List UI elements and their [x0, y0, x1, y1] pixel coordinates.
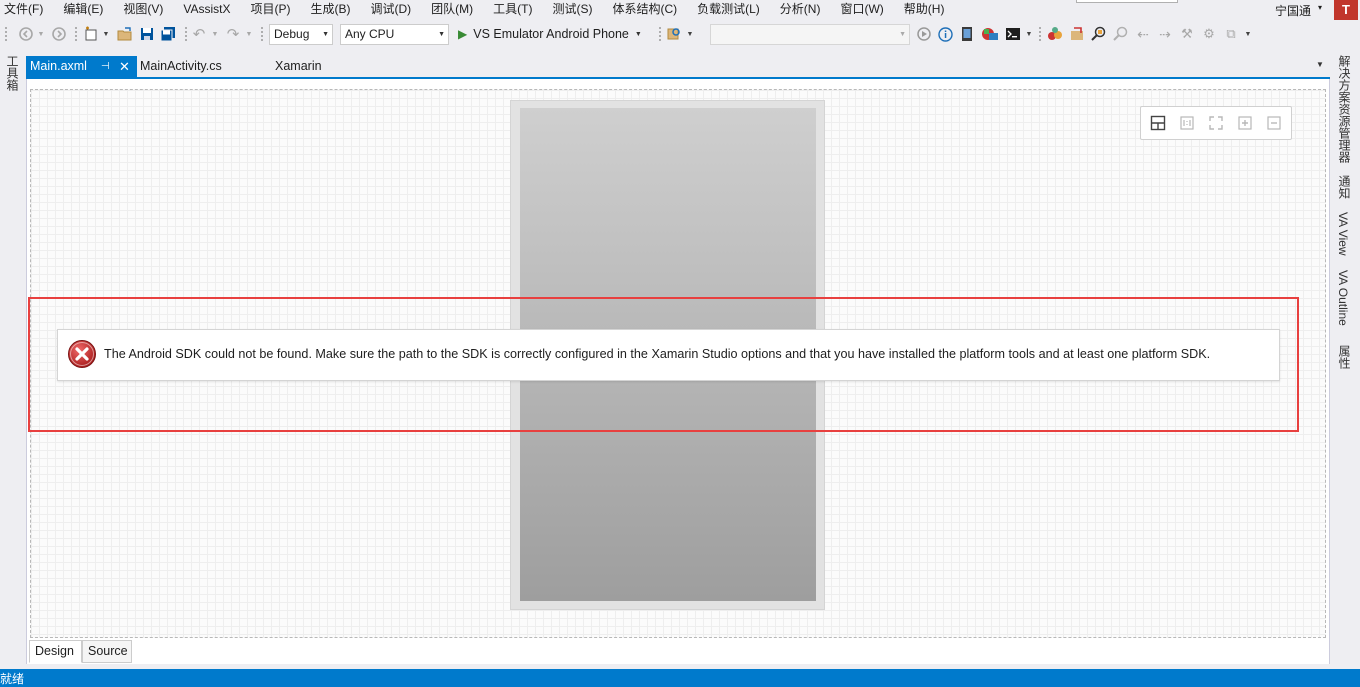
redo-dropdown-icon[interactable]: ▼ — [244, 25, 254, 43]
notifications-tab[interactable]: 通知 — [1336, 175, 1353, 199]
new-dropdown-icon[interactable]: ▼ — [101, 25, 111, 43]
va-options-icon[interactable]: ⧉ — [1222, 25, 1240, 43]
chevron-down-icon: ▼ — [322, 31, 329, 38]
zoom-in-icon[interactable] — [1237, 115, 1253, 131]
tab-label: Main.axml — [30, 59, 87, 73]
solution-configuration-select[interactable]: Debug ▼ — [269, 24, 333, 45]
va-find-symbol-icon[interactable] — [1090, 25, 1108, 43]
properties-tab[interactable]: 属性 — [1336, 345, 1353, 369]
status-text: 就绪 — [0, 672, 25, 686]
toolbar-grip[interactable] — [260, 26, 264, 42]
menu-project[interactable]: 项目(P) — [250, 2, 290, 16]
user-name[interactable]: 宁国通 — [1275, 2, 1311, 19]
zoom-out-icon[interactable] — [1266, 115, 1282, 131]
solution-explorer-tab[interactable]: 解决方案资源管理器 — [1336, 55, 1353, 163]
menu-bar: 文件(F) 编辑(E) 视图(V) VAssistX 项目(P) 生成(B) 调… — [0, 0, 1360, 20]
find-in-files-icon[interactable] — [665, 25, 683, 43]
toolbar-overflow-icon[interactable]: ▼ — [1243, 25, 1253, 43]
menu-items: 文件(F) 编辑(E) 视图(V) VAssistX 项目(P) 生成(B) 调… — [0, 2, 950, 16]
save-all-icon[interactable] — [159, 25, 177, 43]
undo-icon[interactable]: ↶ — [190, 25, 208, 43]
tab-overflow-icon[interactable]: ▼ — [1316, 60, 1324, 69]
tab-source[interactable]: Source — [82, 640, 132, 663]
chevron-down-icon: ▼ — [634, 30, 642, 38]
tab-mainactivity-cs[interactable]: MainActivity.cs — [140, 56, 222, 77]
redo-icon[interactable]: ↷ — [224, 25, 242, 43]
toolbar-grip[interactable] — [74, 26, 78, 42]
quick-launch-edge — [1076, 0, 1178, 3]
va-navigate-back-icon[interactable]: ⇠ — [1134, 25, 1152, 43]
va-outline-icon[interactable]: ⚙ — [1200, 25, 1218, 43]
open-folder-icon[interactable] — [116, 25, 134, 43]
menu-team[interactable]: 团队(M) — [431, 2, 473, 16]
pin-icon[interactable]: ⊣ — [101, 56, 110, 77]
solution-platform-select[interactable]: Any CPU ▼ — [340, 24, 449, 45]
close-icon[interactable]: ✕ — [119, 56, 130, 77]
menu-debug[interactable]: 调试(D) — [370, 2, 411, 16]
tab-design[interactable]: Design — [29, 640, 82, 663]
toolbar-grip[interactable] — [184, 26, 188, 42]
back-dropdown-icon[interactable]: ▼ — [36, 25, 46, 43]
start-debugging-button[interactable]: ▶ VS Emulator Android Phone ▼ — [458, 25, 642, 43]
run-target-label: VS Emulator Android Phone — [473, 27, 629, 41]
menu-load-test[interactable]: 负载测试(L) — [697, 2, 760, 16]
forward-icon[interactable] — [50, 25, 68, 43]
menu-architecture[interactable]: 体系结构(C) — [612, 2, 677, 16]
terminal-icon[interactable] — [1004, 25, 1022, 43]
va-outline-tab[interactable]: VA Outline — [1336, 270, 1350, 326]
avatar[interactable]: T — [1334, 0, 1358, 20]
back-icon[interactable] — [17, 25, 35, 43]
platform-value: Any CPU — [345, 27, 395, 41]
sdk-manager-icon[interactable] — [980, 25, 1000, 43]
chevron-down-icon: ▼ — [899, 31, 906, 38]
highlight-annotation — [28, 297, 1299, 432]
left-tool-strip — [0, 50, 22, 670]
new-project-icon[interactable] — [82, 25, 100, 43]
va-refactor-icon[interactable]: ⚒ — [1178, 25, 1196, 43]
menu-help[interactable]: 帮助(H) — [904, 2, 945, 16]
info-icon[interactable] — [936, 25, 954, 43]
zoom-toolbar — [1140, 106, 1292, 140]
menu-test[interactable]: 测试(S) — [552, 2, 592, 16]
toolbar-grip[interactable] — [658, 26, 662, 42]
terminal-dropdown-icon[interactable]: ▼ — [1024, 25, 1034, 43]
va-build-icon[interactable] — [1046, 25, 1064, 43]
va-view-tab[interactable]: VA View — [1336, 212, 1350, 256]
menu-edit[interactable]: 编辑(E) — [63, 2, 103, 16]
save-icon[interactable] — [138, 25, 156, 43]
toolbar-grip[interactable] — [1038, 26, 1042, 42]
va-navigate-forward-icon[interactable]: ⇢ — [1156, 25, 1174, 43]
device-manager-icon[interactable] — [958, 25, 976, 43]
menu-file[interactable]: 文件(F) — [4, 2, 43, 16]
va-find-references-icon[interactable] — [1112, 25, 1130, 43]
layout-icon[interactable] — [1150, 115, 1166, 131]
user-menu-arrow[interactable]: ▾ — [1318, 3, 1322, 12]
menu-tools[interactable]: 工具(T) — [493, 2, 532, 16]
configuration-value: Debug — [274, 27, 310, 41]
va-open-file-icon[interactable] — [1068, 25, 1086, 43]
fit-screen-icon[interactable] — [1208, 115, 1224, 131]
toolbox-tab[interactable]: 工具箱 — [4, 55, 21, 91]
menu-build[interactable]: 生成(B) — [310, 2, 350, 16]
menu-vassistx[interactable]: VAssistX — [183, 2, 230, 16]
toolbar-grip[interactable] — [4, 26, 8, 42]
step-icon[interactable] — [915, 25, 933, 43]
status-bar — [0, 669, 1360, 687]
menu-view[interactable]: 视图(V) — [123, 2, 163, 16]
chevron-down-icon: ▼ — [438, 31, 445, 38]
actual-size-icon[interactable] — [1179, 115, 1195, 131]
tab-main-axml[interactable]: Main.axml ⊣ ✕ — [26, 56, 137, 77]
menu-analyze[interactable]: 分析(N) — [780, 2, 821, 16]
menu-window[interactable]: 窗口(W) — [840, 2, 883, 16]
find-combo[interactable]: ▼ — [710, 24, 910, 45]
tab-xamarin[interactable]: Xamarin — [275, 56, 322, 77]
undo-dropdown-icon[interactable]: ▼ — [210, 25, 220, 43]
play-icon: ▶ — [458, 27, 468, 41]
find-dropdown-icon[interactable]: ▼ — [685, 25, 695, 43]
standard-toolbar: ▼ ▼ ↶ ▼ ↷ ▼ Debug ▼ Any CPU ▼ ▶ VS Emula… — [0, 20, 1360, 48]
